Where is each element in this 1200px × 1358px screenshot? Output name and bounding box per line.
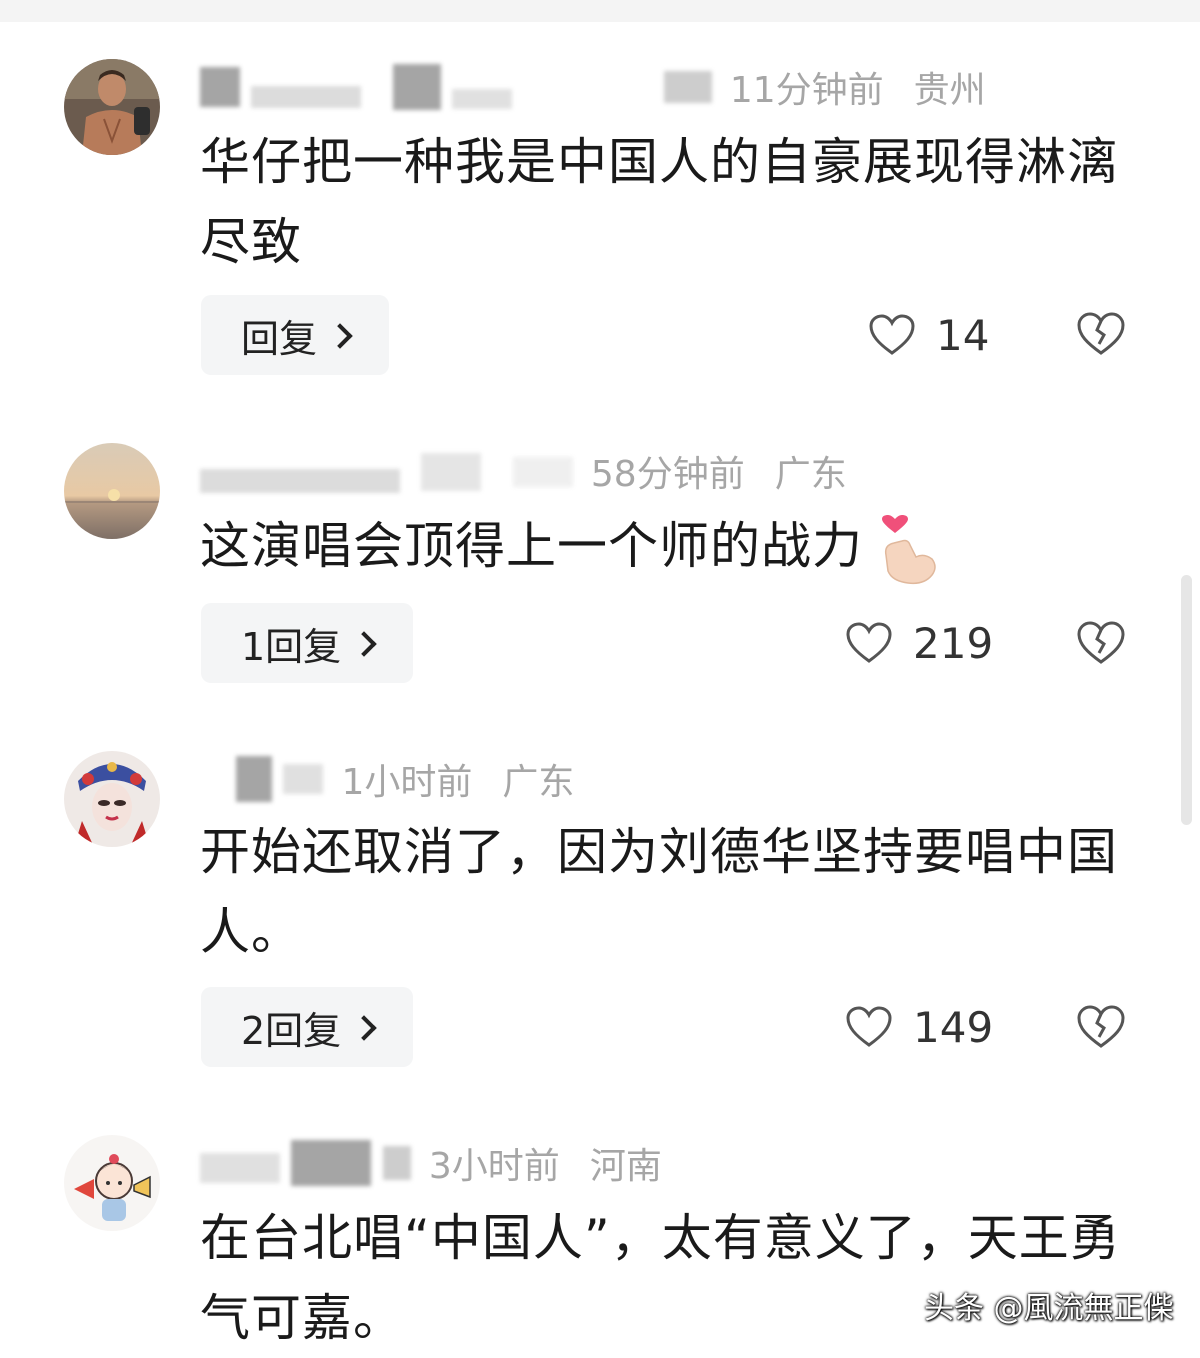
like-button[interactable]: 149 [845, 987, 993, 1067]
dislike-button[interactable] [1076, 620, 1126, 666]
finger-heart-emoji-icon [880, 514, 940, 585]
heart-outline-icon [846, 622, 892, 663]
like-button[interactable]: 14 [868, 295, 989, 375]
like-count: 219 [913, 618, 994, 668]
like-count: 14 [936, 310, 990, 360]
comment-text: 这演唱会顶得上一个师的战力 [200, 506, 1140, 586]
broken-heart-icon [1077, 621, 1125, 664]
like-button[interactable]: 219 [845, 603, 993, 683]
username-redacted[interactable] [200, 64, 712, 110]
heart-outline-icon [869, 314, 915, 355]
reply-button[interactable]: 2回复 [201, 987, 413, 1067]
heart-outline-icon [846, 1006, 892, 1047]
reply-button[interactable]: 1回复 [201, 603, 413, 683]
broken-heart-icon [1077, 312, 1125, 355]
username-redacted[interactable] [200, 450, 573, 493]
scrollbar[interactable] [1181, 575, 1192, 825]
chevron-right-icon [327, 323, 353, 349]
username-redacted[interactable] [200, 1140, 411, 1186]
chevron-right-icon [351, 631, 377, 657]
comment-text-body: 这演唱会顶得上一个师的战力 [200, 517, 863, 575]
reply-button[interactable]: 回复 [201, 295, 389, 375]
avatar[interactable] [64, 1135, 160, 1231]
comment-text: 在台北唱“中国人”，太有意义了，天王勇气可嘉。 [200, 1209, 1121, 1347]
watermark: 头条 @風流無正偨 [924, 1291, 1174, 1326]
comment-time: 1小时前 [341, 762, 473, 803]
avatar[interactable] [64, 751, 160, 847]
like-count: 149 [913, 1002, 994, 1052]
comment-time: 3小时前 [428, 1146, 560, 1187]
chevron-right-icon [351, 1015, 377, 1041]
avatar[interactable] [64, 59, 160, 155]
comment-meta: 58分钟前 广东 [200, 446, 847, 496]
reply-label: 2回复 [241, 1008, 342, 1053]
reply-label: 1回复 [241, 624, 342, 669]
comment-text: 开始还取消了，因为刘德华坚持要唱中国人。 [200, 823, 1118, 961]
comment-location: 广东 [502, 762, 575, 803]
avatar[interactable] [64, 443, 160, 539]
comment-text: 华仔把一种我是中国人的自豪展现得淋漓尽致 [200, 133, 1118, 271]
dislike-button[interactable] [1076, 311, 1126, 357]
comment-location: 河南 [589, 1146, 662, 1187]
comment-meta: 3小时前 河南 [200, 1138, 662, 1188]
comment-time: 11分钟前 [729, 70, 884, 111]
reply-label: 回复 [241, 316, 318, 361]
dislike-button[interactable] [1076, 1004, 1126, 1050]
broken-heart-icon [1077, 1005, 1125, 1048]
username-redacted[interactable] [200, 756, 324, 802]
comment-meta: 11分钟前 贵州 [200, 62, 986, 112]
comment-time: 58分钟前 [590, 454, 745, 495]
comment-location: 贵州 [913, 70, 986, 111]
top-divider [0, 0, 1200, 22]
comment-meta: 1小时前 广东 [200, 754, 574, 804]
comment-location: 广东 [774, 454, 847, 495]
